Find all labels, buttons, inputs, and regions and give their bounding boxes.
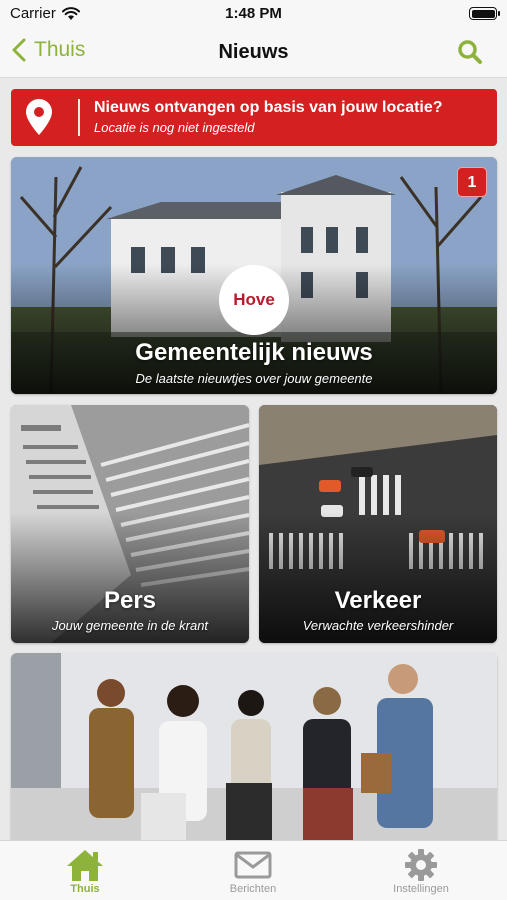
status-bar: Carrier 1:48 PM: [0, 0, 507, 28]
hove-logo: Hove: [219, 265, 289, 335]
envelope-icon: [234, 851, 272, 879]
tile-title: Verkeer: [334, 587, 422, 614]
tile-traffic[interactable]: Verkeer Verwachte verkeershinder: [259, 405, 497, 643]
tab-bar: Thuis Berichten Instellingen: [0, 840, 507, 900]
unread-badge: 1: [457, 167, 487, 197]
banner-title: Nieuws ontvangen op basis van jouw locat…: [94, 99, 443, 116]
location-banner[interactable]: Nieuws ontvangen op basis van jouw locat…: [11, 89, 497, 146]
tab-label: Instellingen: [393, 883, 449, 895]
tab-home[interactable]: Thuis: [30, 847, 140, 895]
status-time: 1:48 PM: [225, 5, 282, 22]
tile-title: Pers: [103, 587, 157, 614]
navigation-bar: Thuis Nieuws: [0, 28, 507, 78]
news-screen: Carrier 1:48 PM Thuis Nieuws Nieuws ontv…: [0, 0, 507, 900]
tile-press[interactable]: Pers Jouw gemeente in de krant: [11, 405, 249, 643]
tile-subtitle: Jouw gemeente in de krant: [51, 618, 209, 633]
tab-settings[interactable]: Instellingen: [366, 847, 476, 895]
location-pin-icon: [26, 99, 52, 135]
tile-title: Gemeentelijk nieuws: [135, 339, 373, 366]
page-title: Nieuws: [218, 41, 289, 63]
tab-messages[interactable]: Berichten: [198, 847, 308, 895]
tile-shopping[interactable]: [11, 653, 497, 843]
tile-subtitle: De laatste nieuwtjes over jouw gemeente: [135, 371, 373, 386]
banner-subtitle: Locatie is nog niet ingesteld: [94, 120, 255, 135]
shoppers-photo: [11, 653, 497, 843]
hove-logo-text: Hove: [233, 290, 275, 309]
tile-subtitle: Verwachte verkeershinder: [302, 618, 454, 633]
search-button[interactable]: [457, 39, 483, 70]
tile-municipal-news[interactable]: Hove 1 Gemeentelijk nieuws De laatste ni…: [11, 157, 497, 394]
gear-icon: [405, 849, 437, 881]
search-icon: [458, 40, 482, 64]
home-icon: [67, 850, 103, 881]
banner-divider: [78, 99, 80, 136]
tab-label: Berichten: [229, 883, 277, 895]
tab-label: Thuis: [70, 883, 100, 895]
battery-icon: [469, 7, 500, 20]
